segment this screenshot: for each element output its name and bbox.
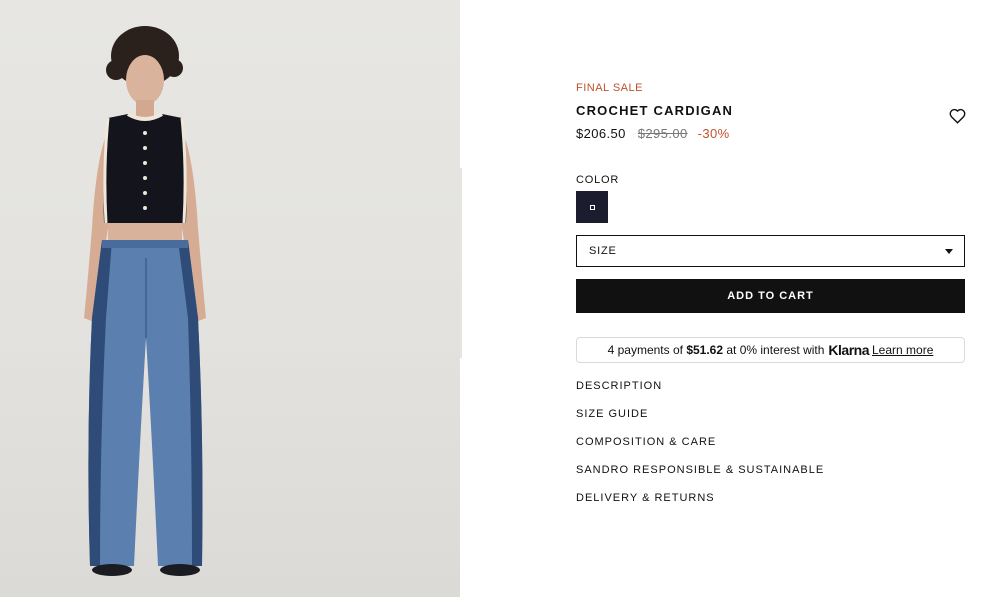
accordion-size-guide[interactable]: SIZE GUIDE [576,407,965,435]
product-image [0,0,460,597]
add-to-cart-button[interactable]: ADD TO CART [576,279,965,313]
model-photo [84,26,206,576]
klarna-logo: Klarna [828,342,869,358]
klarna-installments: 4 payments of $51.62 at 0% interest with… [576,337,965,363]
klarna-amount: $51.62 [686,343,724,357]
klarna-prefix: 4 payments of [607,343,683,357]
chevron-down-icon [945,248,953,254]
accordion-composition-care[interactable]: COMPOSITION & CARE [576,435,965,463]
heart-icon [949,108,965,124]
wishlist-button[interactable] [947,106,967,126]
accordion-responsible-sustainable[interactable]: SANDRO RESPONSIBLE & SUSTAINABLE [576,463,965,491]
color-label: COLOR [576,174,620,186]
klarna-learn-more-link[interactable]: Learn more [872,343,933,357]
price-row: $206.50 $295.00 -30% [576,126,730,141]
image-edge [460,168,462,358]
selected-swatch-indicator [589,204,595,210]
original-price: $295.00 [637,126,688,141]
size-dropdown-label: SIZE [589,245,617,257]
color-swatch-navy[interactable] [576,191,608,223]
accordion-delivery-returns[interactable]: DELIVERY & RETURNS [576,491,965,519]
size-dropdown[interactable]: SIZE [576,235,965,267]
product-title: CROCHET CARDIGAN [576,103,734,118]
discount-percent: -30% [697,126,730,141]
current-price: $206.50 [576,126,626,141]
klarna-suffix: at 0% interest with [726,343,825,357]
accordion-description[interactable]: DESCRIPTION [576,379,965,407]
product-info-accordion: DESCRIPTION SIZE GUIDE COMPOSITION & CAR… [576,379,965,519]
final-sale-badge: FINAL SALE [576,82,643,94]
